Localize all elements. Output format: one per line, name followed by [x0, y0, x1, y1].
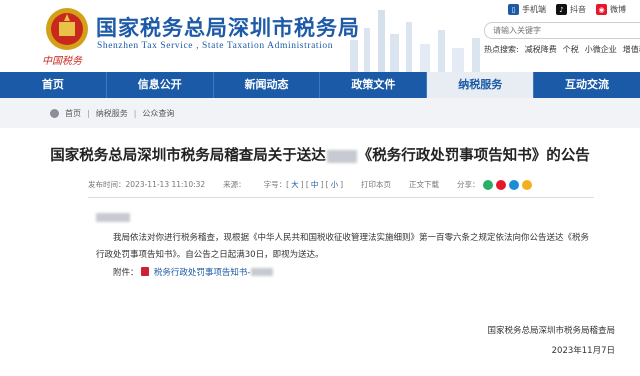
article-body: 我局依法对你进行税务稽查，现根据《中华人民共和国税收征收管理法实施细则》第一百零…	[96, 213, 594, 282]
breadcrumb-service[interactable]: 纳税服务	[96, 108, 128, 119]
nav-tab-interact[interactable]: 互动交流	[534, 72, 640, 98]
signature-date: 2023年11月7日	[551, 346, 615, 356]
douyin-label: 抖音	[570, 5, 586, 14]
home-icon	[50, 108, 59, 118]
attachment-link[interactable]: 税务行政处罚事项告知书-	[154, 268, 251, 278]
publish-label: 发布时间：	[88, 180, 126, 189]
nav-tab-home[interactable]: 首页	[0, 72, 107, 98]
qq-share-icon[interactable]	[508, 179, 519, 190]
title-part-before: 国家税务总局深圳市税务局稽查局关于送达	[50, 148, 326, 164]
file-icon	[141, 267, 150, 276]
hot-search-label: 热点搜索:	[484, 45, 519, 54]
nav-tab-service[interactable]: 纳税服务	[427, 72, 535, 98]
redacted-name	[326, 149, 357, 163]
article-main: 国家税务总局深圳市税务局稽查局关于送达 《税务行政处罚事项告知书》的公告 发布时间…	[0, 128, 640, 356]
attachment-label: 附件：	[113, 268, 139, 278]
weibo-share-icon[interactable]	[495, 179, 506, 190]
article-paragraph: 我局依法对你进行税务稽查，现根据《中华人民共和国税收征收管理法实施细则》第一百零…	[96, 233, 590, 260]
article-meta: 发布时间： 2023-11-13 11:10:32 来源： 字号： [大] [中…	[88, 179, 594, 190]
breadcrumb-query[interactable]: 公众查询	[142, 108, 174, 119]
article-title: 国家税务总局深圳市税务局稽查局关于送达 《税务行政处罚事项告知书》的公告	[0, 144, 640, 165]
hot-search-item[interactable]: 小微企业	[585, 45, 617, 54]
weibo-icon: ◉	[596, 4, 607, 15]
main-nav: 首页 信息公开 新闻动态 政策文件 纳税服务 互动交流	[0, 72, 640, 98]
publish-time: 2023-11-13 11:10:32	[125, 180, 206, 189]
weibo-link[interactable]: ◉ 微博	[596, 4, 626, 15]
site-header: 中国税务 国家税务总局深圳市税务局 Shenzhen Tax Service ,…	[0, 0, 640, 72]
divider	[88, 197, 594, 198]
redacted-addressee	[96, 213, 130, 222]
hot-search: 热点搜索: 减税降费个税小微企业增值税	[484, 44, 640, 55]
douyin-link[interactable]: ♪ 抖音	[556, 4, 586, 15]
hot-search-item[interactable]: 增值税	[623, 45, 640, 54]
mobile-icon: ▯	[508, 4, 519, 15]
hot-search-item[interactable]: 个税	[563, 45, 579, 54]
breadcrumb-separator: |	[133, 108, 137, 118]
font-size-mid[interactable]: 中	[311, 179, 319, 190]
tax-emblem-logo	[46, 8, 88, 50]
text-download-button[interactable]: 正文下载	[409, 179, 439, 190]
source-label: 来源：	[223, 180, 246, 189]
search-input[interactable]	[484, 22, 640, 39]
douyin-icon: ♪	[556, 4, 567, 15]
social-links: ▯ 手机端 ♪ 抖音 ◉ 微博	[508, 4, 626, 15]
nav-tab-info[interactable]: 信息公开	[107, 72, 214, 98]
slogan-logo: 中国税务	[42, 56, 82, 67]
signature-org: 国家税务总局深圳市税务局稽查局	[487, 326, 615, 336]
qzone-share-icon[interactable]	[521, 179, 532, 190]
nav-tab-policy[interactable]: 政策文件	[320, 72, 428, 98]
site-title[interactable]: 国家税务总局深圳市税务局	[96, 12, 360, 42]
breadcrumb: 首页 | 纳税服务 | 公众查询	[0, 98, 640, 128]
font-size-big[interactable]: 大	[291, 179, 299, 190]
mobile-label: 手机端	[522, 5, 546, 14]
font-size-small[interactable]: 小	[331, 179, 339, 190]
redacted-attachment-suffix	[250, 268, 273, 276]
share-label: 分享：	[457, 180, 480, 189]
site-subtitle: Shenzhen Tax Service , State Taxation Ad…	[97, 41, 334, 51]
attachment-row: 附件： 税务行政处罚事项告知书-	[96, 265, 594, 282]
title-part-after: 《税务行政处罚事项告知书》的公告	[357, 148, 590, 164]
hot-search-item[interactable]: 减税降费	[525, 45, 557, 54]
print-button[interactable]: 打印本页	[361, 179, 391, 190]
mobile-link[interactable]: ▯ 手机端	[508, 4, 546, 15]
nav-tab-news[interactable]: 新闻动态	[214, 72, 321, 98]
breadcrumb-separator: |	[87, 108, 90, 118]
breadcrumb-home[interactable]: 首页	[65, 108, 81, 119]
font-size-label: 字号：	[263, 180, 287, 189]
weibo-label: 微博	[610, 5, 626, 14]
wechat-share-icon[interactable]	[482, 179, 493, 190]
